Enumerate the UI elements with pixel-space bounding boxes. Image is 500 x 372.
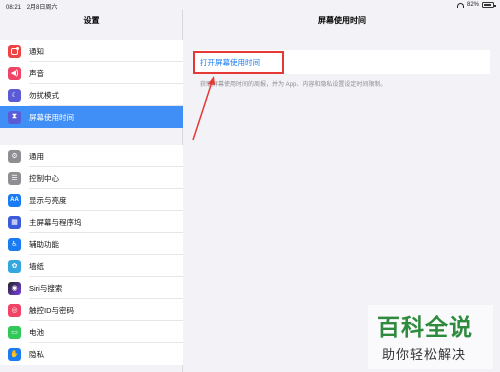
sidebar-item-label: 通用 — [29, 151, 44, 161]
wifi-icon — [456, 2, 464, 8]
sidebar-item-privacy[interactable]: ✋ 隐私 — [0, 343, 183, 365]
sidebar-item-label: 触控ID与密码 — [29, 305, 74, 315]
control-center-icon: ☰ — [8, 171, 21, 185]
display-icon: AA — [8, 193, 21, 207]
notification-icon — [8, 44, 21, 58]
sidebar-item-home-screen[interactable]: ▦ 主屏幕与程序坞 — [0, 211, 183, 233]
hand-icon: ✋ — [8, 347, 21, 361]
status-bar: 08:21 2月8日周六 82% — [0, 0, 500, 11]
sidebar-item-control-center[interactable]: ☰ 控制中心 — [0, 167, 183, 189]
gear-icon: ⚙ — [8, 149, 21, 163]
sidebar-item-label: 显示与亮度 — [29, 195, 67, 205]
sidebar-item-label: 辅助功能 — [29, 239, 59, 249]
sidebar-item-do-not-disturb[interactable]: ☾ 勿扰模式 — [0, 84, 183, 106]
battery-fill — [484, 4, 491, 6]
sidebar-item-notifications[interactable]: 通知 — [0, 40, 183, 62]
sidebar-item-label: Siri与搜索 — [29, 283, 63, 293]
sidebar-item-label: 隐私 — [29, 349, 44, 359]
sidebar-item-label: 屏幕使用时间 — [29, 112, 74, 122]
sidebar-item-label: 主屏幕与程序坞 — [29, 217, 82, 227]
wallpaper-icon: ✿ — [8, 259, 21, 273]
sidebar-item-label: 勿扰模式 — [29, 90, 59, 100]
sidebar-group-2: ⚙ 通用 ☰ 控制中心 AA 显示与亮度 ▦ 主屏幕与程序坞 ♿ 辅助功能 ✿ … — [0, 145, 183, 365]
sidebar-item-label: 墙纸 — [29, 261, 44, 271]
sidebar-item-screen-time[interactable]: ⧗ 屏幕使用时间 — [0, 106, 183, 128]
watermark-sub: 助你轻松解决 — [382, 348, 467, 363]
screen-time-description: 获取屏幕使用时间的周报，并为 App、内容和隐私设置设定时间限制。 — [200, 82, 387, 88]
sidebar-item-accessibility[interactable]: ♿ 辅助功能 — [0, 233, 183, 255]
sidebar-group-1: 通知 ◀) 声音 ☾ 勿扰模式 ⧗ 屏幕使用时间 — [0, 40, 183, 128]
battery-percent: 82% — [466, 2, 479, 8]
sidebar-item-label: 电池 — [29, 327, 44, 337]
sidebar-item-touch-id[interactable]: ◎ 触控ID与密码 — [0, 299, 183, 321]
sidebar-item-general[interactable]: ⚙ 通用 — [0, 145, 183, 167]
watermark-main: 百科全说 — [377, 315, 473, 341]
fingerprint-icon: ◎ — [8, 303, 21, 317]
sidebar-item-label: 控制中心 — [29, 173, 59, 183]
sidebar-item-siri[interactable]: ◉ Siri与搜索 — [0, 277, 183, 299]
battery-status-icon — [482, 2, 496, 8]
settings-sidebar: 设置 通知 ◀) 声音 ☾ 勿扰模式 ⧗ 屏幕使用时间 ⚙ 通用 ☰ 控制中心 … — [0, 10, 183, 372]
moon-icon: ☾ — [8, 88, 21, 102]
home-screen-icon: ▦ — [8, 215, 21, 229]
accessibility-icon: ♿ — [8, 237, 21, 251]
sidebar-item-label: 声音 — [29, 68, 44, 78]
sidebar-item-wallpaper[interactable]: ✿ 墙纸 — [0, 255, 183, 277]
speaker-icon: ◀) — [8, 66, 21, 80]
annotation-highlight-box — [193, 51, 284, 74]
hourglass-icon: ⧗ — [8, 110, 21, 124]
sidebar-item-sounds[interactable]: ◀) 声音 — [0, 62, 183, 84]
sidebar-item-display[interactable]: AA 显示与亮度 — [0, 189, 183, 211]
page-title: 屏幕使用时间 — [318, 16, 366, 25]
sidebar-item-label: 通知 — [29, 46, 44, 56]
battery-icon: ▭ — [8, 325, 21, 339]
siri-icon: ◉ — [8, 281, 21, 295]
sidebar-title: 设置 — [83, 16, 100, 25]
sidebar-item-battery[interactable]: ▭ 电池 — [0, 321, 183, 343]
watermark-logo: 百科全说 助你轻松解决 — [368, 305, 493, 369]
